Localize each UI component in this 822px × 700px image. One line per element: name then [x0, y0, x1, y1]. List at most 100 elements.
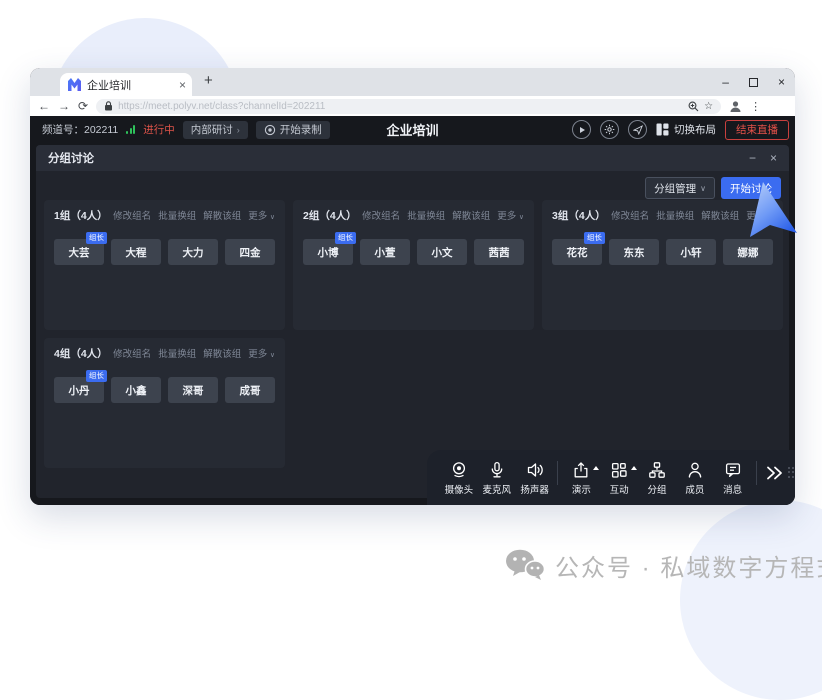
messages-button[interactable]: 消息	[714, 460, 752, 496]
member-chip[interactable]: 小轩	[666, 239, 716, 265]
polyv-logo-icon	[68, 78, 81, 91]
member-chip[interactable]: 大芸组长	[54, 239, 104, 265]
profile-avatar-icon[interactable]	[729, 100, 742, 113]
leader-badge: 组长	[335, 232, 356, 244]
switch-layout-button[interactable]: 切换布局	[656, 122, 716, 137]
tab-close-icon[interactable]: ×	[179, 78, 186, 92]
rename-group-link[interactable]: 修改组名	[611, 208, 649, 222]
browser-menu-icon[interactable]: ⋮	[750, 100, 761, 113]
camera-button[interactable]: 摄像头	[440, 460, 478, 496]
batch-move-link[interactable]: 批量换组	[158, 346, 196, 360]
caret-up-icon	[593, 466, 599, 470]
url-text: https://meet.polyv.net/class?channelId=2…	[118, 101, 683, 112]
member-chip[interactable]: 茜茜	[474, 239, 524, 265]
rename-group-link[interactable]: 修改组名	[113, 346, 151, 360]
dismiss-group-link[interactable]: 解散该组	[701, 208, 739, 222]
leader-badge: 组长	[86, 370, 107, 382]
member-chip[interactable]: 四金	[225, 239, 275, 265]
member-chip[interactable]: 小文	[417, 239, 467, 265]
group-manage-button[interactable]: 分组管理 ∨	[645, 177, 715, 199]
start-record-button[interactable]: 开始录制	[256, 121, 330, 139]
bookmark-star-icon[interactable]: ☆	[704, 101, 713, 112]
leader-badge: 组长	[86, 232, 107, 244]
interact-button[interactable]: 互动	[600, 460, 638, 496]
end-live-button[interactable]: 结束直播	[725, 120, 789, 140]
member-chip[interactable]: 小鑫	[111, 377, 161, 403]
group-card-4: 4组（4人） 修改组名 批量换组 解散该组 更多 ∨ 小丹组长 小鑫 深哥 成哥	[44, 338, 285, 468]
batch-move-link[interactable]: 批量换组	[158, 208, 196, 222]
grouping-button[interactable]: 分组	[638, 460, 676, 496]
member-chip[interactable]: 花花组长	[552, 239, 602, 265]
new-tab-button[interactable]: +	[204, 72, 213, 89]
playback-icon[interactable]	[572, 120, 591, 139]
dismiss-group-link[interactable]: 解散该组	[203, 346, 241, 360]
watermark-text: 公众号 · 私域数字方程式	[555, 548, 822, 583]
group-card-1: 1组（4人） 修改组名 批量换组 解散该组 更多 ∨ 大芸组长 大程 大力 四金	[44, 200, 285, 330]
microphone-button[interactable]: 麦克风	[478, 460, 516, 496]
group-discussion-panel: 分组讨论 − × 分组管理 ∨ 开始讨论 1组（4人）	[36, 145, 789, 498]
panel-minimize-icon[interactable]: −	[749, 151, 756, 165]
more-link[interactable]: 更多 ∨	[248, 208, 275, 222]
more-link[interactable]: 更多 ∨	[248, 346, 275, 360]
rename-group-link[interactable]: 修改组名	[113, 208, 151, 222]
window-close-icon[interactable]: ×	[778, 75, 785, 89]
microphone-icon	[487, 460, 507, 480]
settings-gear-icon[interactable]	[600, 120, 619, 139]
zoom-icon[interactable]	[688, 101, 699, 112]
interact-grid-icon	[609, 460, 629, 480]
tab-title: 企业培训	[87, 77, 173, 93]
mouse-cursor	[750, 182, 802, 242]
message-bubble-icon	[723, 460, 743, 480]
channel-number: 频道号：202211	[42, 122, 118, 137]
leader-badge: 组长	[584, 232, 605, 244]
chevron-down-icon: ∨	[270, 214, 275, 221]
speaker-button[interactable]: 扬声器	[516, 460, 554, 496]
batch-move-link[interactable]: 批量换组	[407, 208, 445, 222]
member-chip[interactable]: 娜娜	[723, 239, 773, 265]
mode-button[interactable]: 内部研讨 ›	[183, 121, 248, 139]
member-chip[interactable]: 小丹组长	[54, 377, 104, 403]
panel-close-icon[interactable]: ×	[770, 151, 777, 165]
member-chip[interactable]: 深哥	[168, 377, 218, 403]
window-maximize-icon[interactable]	[749, 78, 758, 87]
member-chip[interactable]: 成哥	[225, 377, 275, 403]
chevron-down-icon: ∨	[700, 184, 706, 193]
drag-handle-dots[interactable]	[788, 467, 795, 479]
forward-icon[interactable]: →	[58, 100, 70, 112]
caret-up-icon	[631, 466, 637, 470]
browser-tab[interactable]: 企业培训 ×	[60, 73, 192, 96]
share-plane-icon[interactable]	[628, 120, 647, 139]
lock-icon	[104, 101, 113, 111]
window-minimize-icon[interactable]: –	[722, 75, 729, 89]
toolbar-divider	[557, 461, 558, 485]
member-chip[interactable]: 小博组长	[303, 239, 353, 265]
window-controls: – ×	[722, 68, 785, 96]
group-name: 3组（4人）	[552, 208, 606, 223]
back-icon[interactable]: ←	[38, 100, 50, 112]
expand-chevrons-icon[interactable]	[763, 463, 785, 483]
present-share-icon	[571, 460, 591, 480]
app-topbar: 频道号：202211 进行中 内部研讨 › 开始录制 企业培训	[30, 116, 795, 143]
reload-icon[interactable]: ⟳	[78, 100, 88, 112]
members-person-icon	[685, 460, 705, 480]
camera-icon	[449, 460, 469, 480]
batch-move-link[interactable]: 批量换组	[656, 208, 694, 222]
url-field[interactable]: https://meet.polyv.net/class?channelId=2…	[96, 99, 721, 114]
dismiss-group-link[interactable]: 解散该组	[203, 208, 241, 222]
member-chip[interactable]: 大程	[111, 239, 161, 265]
more-link[interactable]: 更多 ∨	[497, 208, 524, 222]
browser-tab-strip: 企业培训 × + – ×	[30, 68, 795, 96]
browser-address-bar: ← → ⟳ https://meet.polyv.net/class?chann…	[30, 96, 795, 116]
present-button[interactable]: 演示	[562, 460, 600, 496]
member-chip[interactable]: 小萱	[360, 239, 410, 265]
members-button[interactable]: 成员	[676, 460, 714, 496]
rename-group-link[interactable]: 修改组名	[362, 208, 400, 222]
chevron-down-icon: ∨	[519, 214, 524, 221]
dismiss-group-link[interactable]: 解散该组	[452, 208, 490, 222]
signal-strength-icon	[126, 125, 135, 134]
speaker-icon	[525, 460, 545, 480]
panel-title: 分组讨论	[48, 150, 94, 166]
member-chip[interactable]: 大力	[168, 239, 218, 265]
group-name: 1组（4人）	[54, 208, 108, 223]
member-chip[interactable]: 东东	[609, 239, 659, 265]
